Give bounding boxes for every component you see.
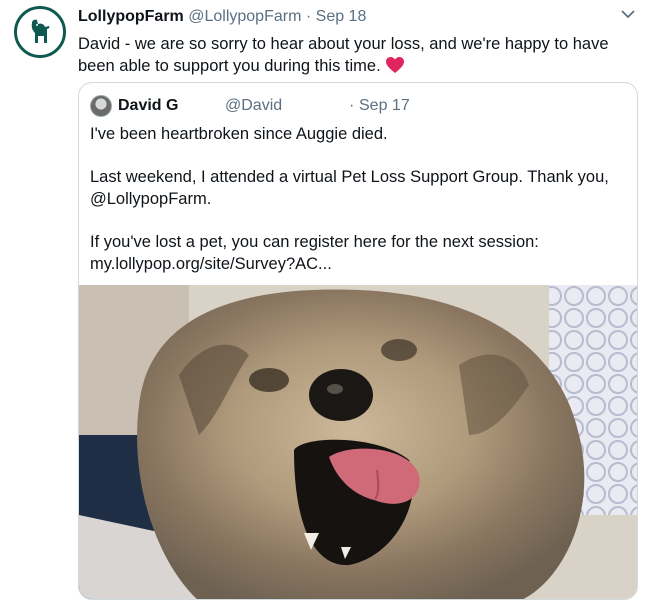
dog-photo[interactable] xyxy=(79,285,638,600)
red-heart-icon xyxy=(386,57,405,73)
quoted-avatar[interactable] xyxy=(90,95,112,117)
quoted-date: Sep 17 xyxy=(359,97,410,114)
tweet[interactable]: LollypopFarm @LollypopFarm · Sep 18 Davi… xyxy=(0,0,647,606)
tweet-date[interactable]: Sep 18 xyxy=(316,8,367,25)
separator-dot: · xyxy=(349,97,355,114)
separator-dot: · xyxy=(305,8,312,25)
chevron-down-icon[interactable] xyxy=(620,8,636,20)
tweet-text: David - we are so sorry to hear about yo… xyxy=(78,33,633,77)
quoted-author-name: David G xyxy=(118,97,179,114)
dog-logo-icon xyxy=(31,19,50,43)
tweet-header: LollypopFarm @LollypopFarm · Sep 18 xyxy=(78,7,366,27)
tweet-body: David - we are so sorry to hear about yo… xyxy=(78,35,609,75)
author-handle[interactable]: @LollypopFarm xyxy=(188,8,301,25)
author-name[interactable]: LollypopFarm xyxy=(78,8,184,25)
quoted-paragraph: I've been heartbroken since Auggie died. xyxy=(90,125,388,143)
avatar[interactable] xyxy=(14,6,66,58)
quoted-text: I've been heartbroken since Auggie died.… xyxy=(90,123,630,296)
quoted-tweet[interactable]: David G @David · Sep 17 I've been heartb… xyxy=(78,82,638,600)
quoted-paragraph: Last weekend, I attended a virtual Pet L… xyxy=(90,168,609,208)
quoted-paragraph: If you've lost a pet, you can register h… xyxy=(90,233,539,273)
quoted-author-handle: @David xyxy=(225,97,283,114)
